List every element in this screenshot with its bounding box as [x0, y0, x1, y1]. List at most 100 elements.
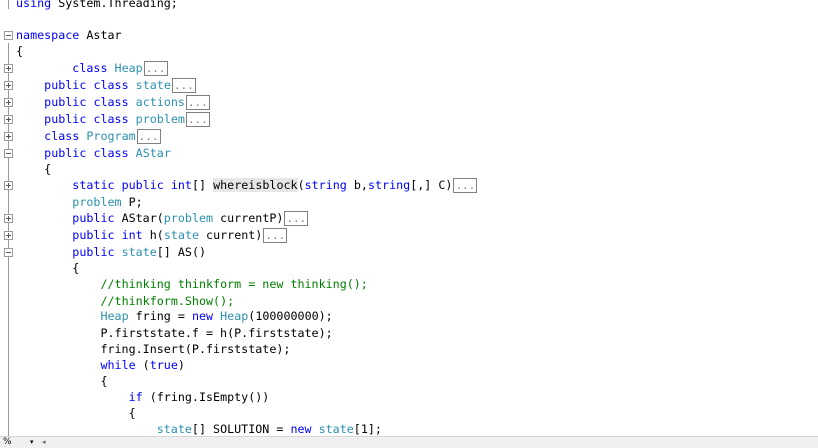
keyword: public: [72, 245, 115, 259]
collapsed-region-box[interactable]: ...: [136, 129, 161, 144]
code-fragment: [129, 146, 136, 160]
code-text: using System.Threading;: [16, 0, 178, 12]
keyword: class: [93, 146, 129, 160]
collapsed-region-box[interactable]: ...: [284, 211, 309, 226]
code-text: state[] SOLUTION = new state[1];: [16, 421, 382, 436]
collapsed-region-box[interactable]: ...: [453, 178, 478, 193]
type-name: state: [318, 422, 354, 436]
code-fragment: [115, 178, 122, 192]
expand-icon[interactable]: [4, 181, 13, 190]
code-fragment: [16, 146, 44, 160]
code-fragment: (fring.IsEmpty()): [142, 390, 270, 404]
expand-icon[interactable]: [4, 132, 13, 141]
code-fragment: {: [16, 162, 52, 176]
expand-icon[interactable]: [4, 81, 13, 90]
code-fragment: [164, 178, 171, 192]
code-fragment: [16, 129, 44, 143]
highlighted-identifier: whereisblock: [213, 178, 298, 192]
type-name: state: [121, 245, 157, 259]
code-fragment: [115, 228, 122, 242]
keyword: public: [72, 228, 115, 242]
type-name: actions: [135, 95, 185, 109]
keyword: namespace: [16, 28, 80, 42]
code-text: public class AStar: [16, 145, 171, 162]
code-fragment: fring.Insert(P.firststate);: [16, 342, 291, 356]
code-fragment: [129, 112, 136, 126]
code-text: P.firststate.f = h(P.firststate);: [16, 325, 333, 342]
code-fragment: [16, 358, 100, 372]
keyword: class: [44, 129, 80, 143]
keyword: static: [72, 178, 115, 192]
keyword: public: [44, 95, 87, 109]
code-fragment: [] AS(): [156, 245, 207, 259]
code-text: static public int[] whereisblock(string …: [16, 177, 478, 194]
keyword: public: [121, 178, 164, 192]
code-fragment: Astar: [79, 28, 122, 42]
code-text: public AStar(problem currentP)...: [16, 210, 309, 227]
collapsed-region-box[interactable]: ...: [143, 61, 168, 76]
code-fragment: [115, 245, 122, 259]
code-text: public int h(state current)...: [16, 227, 288, 244]
code-fragment: [1];: [353, 422, 382, 436]
code-fragment: [16, 95, 44, 109]
code-text: {: [16, 405, 136, 422]
collapsed-region-box[interactable]: ...: [185, 112, 210, 127]
type-name: Heap: [220, 309, 249, 323]
keyword: public: [44, 146, 87, 160]
keyword: if: [128, 390, 143, 404]
keyword: public: [72, 211, 115, 225]
code-fragment: [129, 95, 136, 109]
collapsed-region-box[interactable]: ...: [171, 78, 196, 93]
code-fragment: [16, 294, 100, 308]
type-name: problem: [72, 195, 122, 209]
code-text: namespace Astar: [16, 27, 122, 44]
type-name: state: [163, 228, 200, 242]
code-fragment: P.firststate.f = h(P.firststate);: [16, 326, 333, 340]
code-text: {: [16, 260, 79, 277]
code-fragment: [16, 245, 72, 259]
type-name: problem: [163, 211, 214, 225]
zoom-dropdown-icon[interactable]: ▾: [30, 437, 34, 448]
keyword: class: [93, 95, 129, 109]
type-name: AStar: [135, 146, 171, 160]
zoom-level[interactable]: %: [3, 437, 12, 448]
code-text: class Program...: [16, 128, 161, 145]
type-name: Heap: [100, 309, 129, 323]
collapsed-region-box[interactable]: ...: [185, 95, 210, 110]
expand-icon[interactable]: [4, 214, 13, 223]
code-text: problem P;: [16, 194, 142, 211]
keyword: while: [100, 358, 136, 372]
code-fragment: b,: [346, 178, 368, 192]
keyword: string: [304, 178, 347, 192]
collapse-icon[interactable]: [4, 149, 13, 158]
code-text: public state[] AS(): [16, 244, 206, 261]
code-text: class Heap...: [16, 60, 168, 77]
code-text: //thinking thinkform = new thinking();: [16, 276, 367, 293]
code-text: {: [16, 43, 23, 60]
code-fragment: (100000000);: [248, 309, 333, 323]
code-fragment: [16, 211, 72, 225]
expand-icon[interactable]: [4, 231, 13, 240]
code-fragment: h(: [142, 228, 164, 242]
expand-icon[interactable]: [4, 115, 13, 124]
type-name: Program: [86, 129, 136, 143]
expand-icon[interactable]: [4, 64, 13, 73]
code-fragment: [,] C): [410, 178, 453, 192]
code-fragment: [107, 61, 114, 75]
type-name: state: [135, 78, 171, 92]
code-editor[interactable]: using System.Threading; namespace Astar{ …: [0, 0, 818, 436]
code-fragment: System.Threading;: [51, 0, 178, 10]
code-fragment: current): [199, 228, 263, 242]
collapse-icon[interactable]: [4, 31, 13, 40]
collapsed-region-box[interactable]: ...: [263, 228, 288, 243]
collapse-icon[interactable]: [4, 248, 13, 257]
scroll-left-icon[interactable]: ◂: [42, 437, 46, 448]
code-text: if (fring.IsEmpty()): [16, 389, 270, 406]
code-text: public class state...: [16, 77, 196, 94]
code-fragment: [16, 277, 100, 291]
comment: //thinkform.Show();: [100, 294, 235, 308]
code-fragment: [16, 228, 72, 242]
keyword: using: [16, 0, 52, 10]
expand-icon[interactable]: [4, 98, 13, 107]
code-fragment: (: [135, 358, 150, 372]
